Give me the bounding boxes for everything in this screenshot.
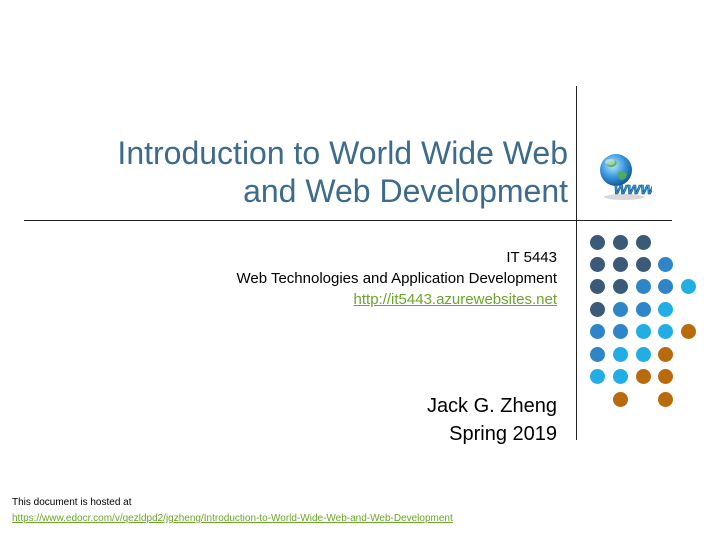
- decorative-dot: [635, 301, 651, 317]
- decorative-dot: [589, 256, 605, 272]
- author-info: Jack G. Zheng Spring 2019: [427, 392, 557, 448]
- decorative-dot: [612, 391, 628, 407]
- globe-www-icon: www: [600, 154, 652, 200]
- hosting-note: This document is hosted at: [12, 497, 132, 508]
- decorative-dot: [657, 368, 673, 384]
- decorative-dot: [612, 346, 628, 362]
- vertical-divider: [576, 86, 577, 440]
- decorative-dot: [657, 301, 673, 317]
- decorative-dot: [657, 323, 673, 339]
- decorative-dot: [589, 368, 605, 384]
- decorative-dot: [589, 346, 605, 362]
- decorative-dot: [612, 256, 628, 272]
- slide-title: Introduction to World Wide Web and Web D…: [8, 134, 568, 210]
- decorative-dot: [589, 278, 605, 294]
- decorative-dot: [635, 234, 651, 250]
- decorative-dot: [589, 234, 605, 250]
- hosting-link[interactable]: https://www.edocr.com/v/qezldpd2/jgzheng…: [12, 513, 453, 524]
- author-name: Jack G. Zheng: [426, 395, 557, 417]
- title-line-2: and Web Development: [243, 173, 568, 209]
- course-name: Web Technologies and Application Develop…: [236, 270, 558, 287]
- slide: Introduction to World Wide Web and Web D…: [0, 0, 720, 540]
- decorative-dot: [612, 278, 628, 294]
- decorative-dot: [657, 278, 673, 294]
- decorative-dot: [612, 368, 628, 384]
- decorative-dot: [657, 346, 673, 362]
- course-code: IT 5443: [506, 249, 557, 266]
- decorative-dot: [612, 323, 628, 339]
- course-info: IT 5443 Web Technologies and Application…: [237, 247, 558, 310]
- decorative-dot: [612, 301, 628, 317]
- decorative-dot: [612, 234, 628, 250]
- term: Spring 2019: [449, 423, 557, 445]
- hosting-footer: This document is hosted at https://www.e…: [12, 495, 453, 527]
- decorative-dot: [589, 323, 605, 339]
- decorative-dot: [680, 278, 696, 294]
- decorative-dot: [657, 391, 673, 407]
- decorative-dot: [635, 256, 651, 272]
- decorative-dot: [635, 278, 651, 294]
- course-website-link[interactable]: http://it5443.azurewebsites.net: [354, 291, 557, 308]
- decorative-dot: [635, 368, 651, 384]
- decorative-dot: [635, 323, 651, 339]
- decorative-dot: [680, 323, 696, 339]
- title-line-1: Introduction to World Wide Web: [117, 135, 568, 171]
- svg-text:www: www: [614, 179, 652, 198]
- decorative-dot: [635, 346, 651, 362]
- decorative-dot: [657, 256, 673, 272]
- horizontal-divider: [24, 220, 672, 221]
- decorative-dot: [589, 301, 605, 317]
